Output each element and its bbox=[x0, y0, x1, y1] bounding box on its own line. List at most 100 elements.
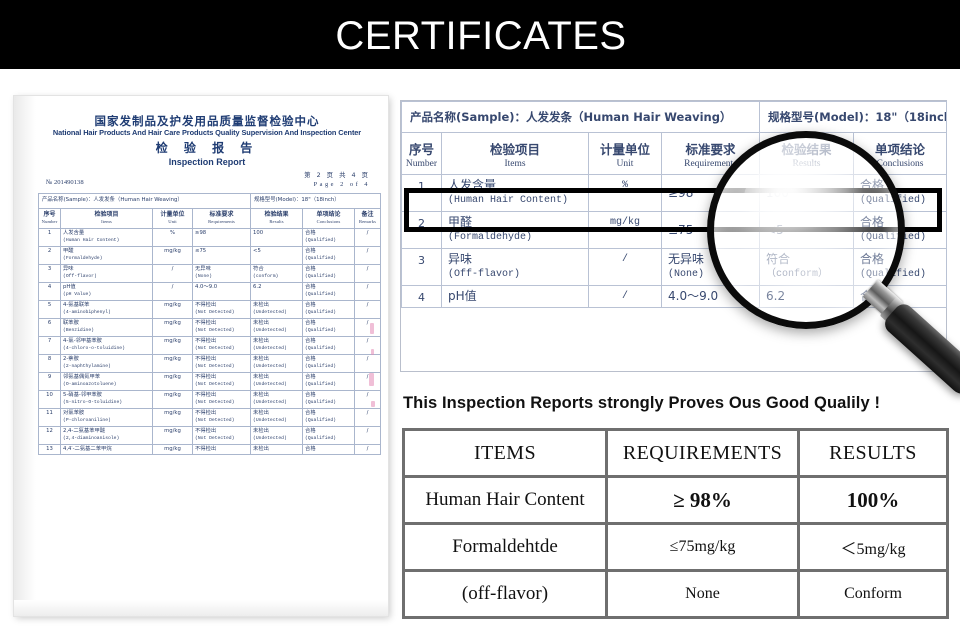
left-report-table: 产品名称(Sample)：人发发条（Human Hair Weaving） 规格型… bbox=[37, 193, 382, 455]
left-cell-no: 4 bbox=[38, 281, 61, 301]
left-doc-en-subtitle: Inspection Report bbox=[168, 157, 246, 167]
left-cell-result: 未检出 (Undetected) bbox=[250, 407, 304, 427]
summary-results-table: ITEMS REQUIREMENTS RESULTS Human Hair Conte… bbox=[402, 428, 949, 619]
left-cell-unit: mg/kg bbox=[152, 407, 193, 427]
right-cell-no: 2 bbox=[401, 211, 442, 249]
left-cell-conclusion: 合格 (Qualified) bbox=[302, 263, 356, 283]
left-cell-result: 未检出 (Undetected) bbox=[250, 335, 304, 355]
magnified-inspection-report-document[interactable]: 产品名称(Sample)：人发发条（Human Hair Weaving） 规格型… bbox=[400, 100, 948, 372]
table-row: 4 pH值 (pH Value)/4.0～9.0 6.2 合格 (Qualified) / bbox=[38, 281, 382, 301]
left-cell-requirement: 不得检出 (Not Detected) bbox=[191, 299, 252, 319]
summary-header-row: ITEMS REQUIREMENTS RESULTS bbox=[402, 428, 949, 478]
left-cell-remark: / bbox=[354, 245, 382, 265]
left-cell-no: 11 bbox=[38, 407, 61, 427]
left-doc-en-title: National Hair Products And Hair Care Pro… bbox=[52, 128, 362, 137]
left-cell-conclusion: 合格 (Qualified) bbox=[302, 245, 356, 265]
left-cell-remark: / bbox=[354, 425, 382, 445]
left-sample-label: 产品名称(Sample)：人发发条（Human Hair Weaving） bbox=[37, 193, 252, 209]
table-row: 11 对氯苯胺 (P-chloroaniline) mg/kg 不得检出 (Not Det… bbox=[38, 407, 382, 427]
left-cell-result: 未检出 (Undetected) bbox=[250, 299, 304, 319]
summary-cell-item: Formaldehtde bbox=[402, 522, 608, 572]
right-sample-label: 产品名称(Sample)：人发发条（Human Hair Weaving） bbox=[400, 101, 761, 133]
right-cell-no: 3 bbox=[401, 248, 442, 286]
left-cell-item: 甲醛 (Formaldehyde) bbox=[60, 245, 153, 265]
left-cell-unit: % bbox=[152, 227, 193, 247]
left-cell-conclusion: 合格 (Qualified) bbox=[302, 299, 356, 319]
left-cell-requirement: 不得检出 (Not Detected) bbox=[191, 371, 252, 391]
table-row: 7 4-氯-邻甲基苯胺 (4-chloro-o-toluidine) mg/kg 不得检… bbox=[38, 335, 382, 355]
left-cell-unit: mg/kg bbox=[152, 353, 193, 373]
left-cell-conclusion: 合格 bbox=[302, 443, 356, 455]
summary-cell-requirement: ≥ 98% bbox=[605, 475, 800, 525]
left-cell-unit: mg/kg bbox=[152, 389, 193, 409]
right-cell-unit: / bbox=[588, 285, 662, 308]
left-cell-unit: mg/kg bbox=[152, 317, 193, 337]
left-cell-conclusion: 合格 (Qualified) bbox=[302, 407, 356, 427]
table-row: 3 异味 (Off-flavor) / 无异味 (None) 符合 （conform） 合格 (Q… bbox=[401, 248, 948, 286]
left-cell-remark: / bbox=[354, 263, 382, 283]
tagline-text: This Inspection Reports strongly Proves … bbox=[403, 394, 881, 412]
left-cell-no: 7 bbox=[38, 335, 61, 355]
left-cell-no: 2 bbox=[38, 245, 61, 265]
left-cell-unit: mg/kg bbox=[152, 425, 193, 445]
left-cell-result: 未检出 bbox=[250, 443, 304, 455]
right-col-header-4: 检验结果 Results bbox=[759, 132, 855, 175]
left-col-header-1: 检验项目 Items bbox=[60, 207, 153, 229]
right-cell-result: 符合 （conform） bbox=[759, 248, 855, 286]
summary-cell-result: 100% bbox=[797, 475, 949, 525]
left-cell-result: 未检出 (Undetected) bbox=[250, 317, 304, 337]
right-col-header-3: 标准要求 Requirements bbox=[660, 132, 761, 175]
right-cell-requirement: ≤75 bbox=[660, 211, 761, 249]
left-cell-conclusion: 合格 (Qualified) bbox=[302, 317, 356, 337]
left-cell-requirement: 不得检出 (Not Detected) bbox=[191, 407, 252, 427]
left-cell-remark: / bbox=[354, 317, 382, 337]
left-inspection-report-document[interactable]: 国家发制品及护发用品质量监督检验中心 National Hair Product… bbox=[14, 96, 388, 616]
left-document-content: 国家发制品及护发用品质量监督检验中心 National Hair Product… bbox=[14, 96, 388, 616]
left-cell-unit: / bbox=[152, 281, 193, 301]
left-cell-no: 12 bbox=[38, 425, 61, 445]
right-cell-no: 4 bbox=[401, 285, 442, 308]
left-cell-remark: / bbox=[354, 227, 382, 247]
left-cell-item: 4-氨基联苯 (4-aminobiphenyl) bbox=[60, 299, 153, 319]
left-cell-item: 联苯胺 (Benzidine) bbox=[60, 317, 153, 337]
left-col-header-6: 备注 Remarks bbox=[354, 207, 382, 229]
left-cell-requirement: 不得检出 (Not Detected) bbox=[191, 317, 252, 337]
right-cell-item: pH值 bbox=[441, 285, 589, 308]
page-indicator-en: Page 2 of 4 bbox=[313, 181, 370, 188]
left-col-header-2: 计量单位 Unit bbox=[152, 207, 193, 229]
table-row: 12 2,4-二氨基苯甲醚 (2,4-diaminoanisole) mg/kg 不得检… bbox=[38, 425, 382, 445]
left-cell-no: 3 bbox=[38, 263, 61, 283]
right-cell-requirement: 4.0～9.0 bbox=[660, 285, 761, 308]
left-col-header-5: 单项结论 Conclusions bbox=[302, 207, 356, 229]
left-cell-result: 100 bbox=[250, 227, 304, 247]
left-col-header-3: 标准要求 Requirements bbox=[191, 207, 252, 229]
right-sample-row: 产品名称(Sample)：人发发条（Human Hair Weaving） 规格型… bbox=[400, 101, 948, 133]
left-cell-item: 2-萘胺 (2-naphthylamine) bbox=[60, 353, 153, 373]
left-cell-unit: mg/kg bbox=[152, 371, 193, 391]
right-cell-result: 100 bbox=[759, 174, 855, 212]
right-cell-unit: % bbox=[588, 174, 662, 212]
right-col-header-5: 单项结论 Conclusions bbox=[853, 132, 948, 175]
table-row: 13 4,4′-二氨基二苯甲烷 mg/kg 不得检出 未检出 合格 / bbox=[38, 443, 382, 455]
page-title: CERTIFICATES bbox=[335, 14, 627, 58]
left-cell-remark: / bbox=[354, 299, 382, 319]
left-cell-result: 未检出 (Undetected) bbox=[250, 425, 304, 445]
summary-col-header-2: RESULTS bbox=[797, 428, 949, 478]
right-cell-item: 异味 (Off-flavor) bbox=[441, 248, 589, 286]
left-cell-item: 异味 (Off-flavor) bbox=[60, 263, 153, 283]
left-cell-result: 6.2 bbox=[250, 281, 304, 301]
left-cell-conclusion: 合格 (Qualified) bbox=[302, 281, 356, 301]
table-row: 5 4-氨基联苯 (4-aminobiphenyl) mg/kg 不得检出 (Not De… bbox=[38, 299, 382, 319]
left-cell-requirement: ≥98 bbox=[191, 227, 252, 247]
right-cell-result: <5 bbox=[759, 211, 855, 249]
right-col-header-2: 计量单位 Unit bbox=[588, 132, 662, 175]
left-cell-item: 5-硝基-邻甲苯胺 (5-nitro-O-toluidine) bbox=[60, 389, 153, 409]
left-cell-requirement: 不得检出 (Not Detected) bbox=[191, 389, 252, 409]
left-doc-cn-title: 国家发制品及护发用品质量监督检验中心 bbox=[94, 114, 320, 128]
left-cell-conclusion: 合格 (Qualified) bbox=[302, 389, 356, 409]
right-cell-unit: mg/kg bbox=[588, 211, 662, 249]
left-cell-conclusion: 合格 (Qualified) bbox=[302, 425, 356, 445]
left-cell-no: 1 bbox=[38, 227, 61, 247]
table-row: Human Hair Content ≥ 98% 100% bbox=[402, 475, 949, 525]
left-cell-result: 未检出 (Undetected) bbox=[250, 371, 304, 391]
